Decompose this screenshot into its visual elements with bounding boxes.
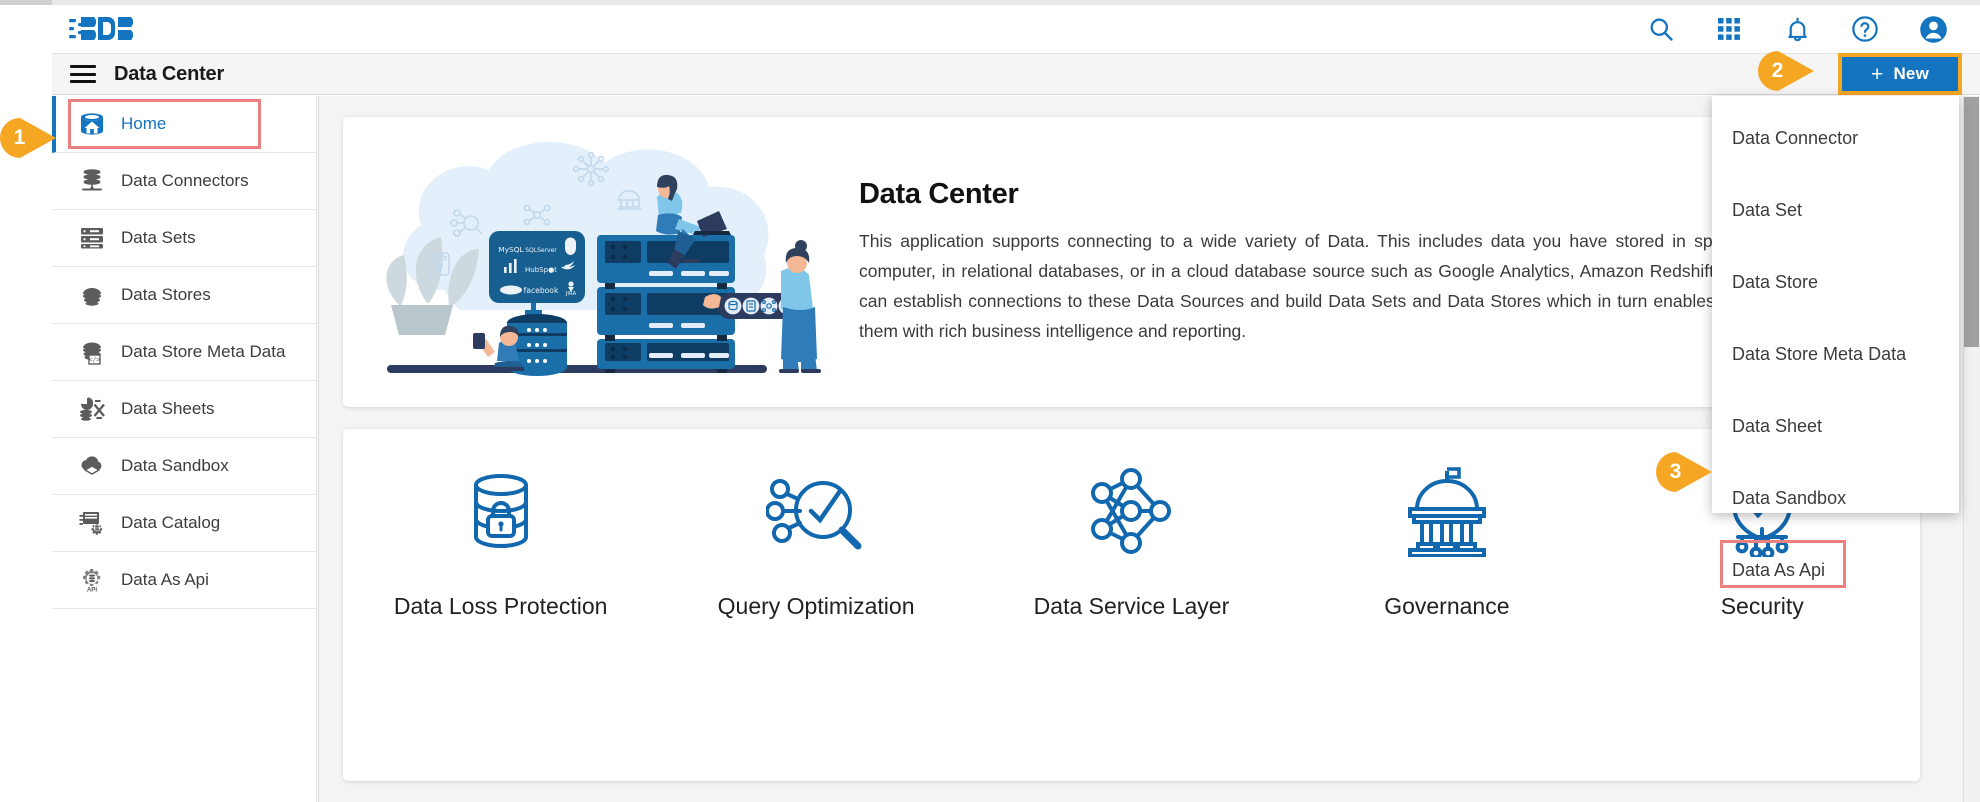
dropdown-item-data-set[interactable]: Data Set [1712,174,1959,246]
data-as-api-gear-icon: API [77,565,107,595]
help-circle-icon[interactable] [1850,14,1880,44]
svg-text:</>: </> [89,356,101,364]
sidebar-item-data-store-meta-data[interactable]: </> Data Store Meta Data [52,324,316,381]
annotation-number: 2 [1771,59,1784,82]
user-account-icon[interactable] [1918,14,1948,44]
new-dropdown-menu: Data Connector Data Set Data Store Data … [1712,96,1959,588]
magnifier-check-nodes-icon [766,463,866,559]
dropdown-item-label: Data Sheet [1732,415,1823,436]
svg-text:facebook: facebook [524,286,559,295]
dropdown-item-data-as-api[interactable]: Data As Api [1712,534,1959,606]
dropdown-item-label: Data Sandbox [1732,487,1847,508]
svg-text:HubSp●t: HubSp●t [525,266,557,274]
cloud-sandbox-icon [77,451,107,481]
bdb-logo[interactable] [67,13,155,45]
sidebar-item-label: Data Sheets [121,399,215,418]
hero-card: MySQL SQLServer HubSp●t facebook JIRA Da… [343,117,1920,407]
sidebar-item-data-sandbox[interactable]: Data Sandbox [52,438,316,495]
sidebar-item-label: Data Store Meta Data [121,342,286,361]
feature-label: Data Service Layer [1033,593,1230,619]
apps-grid-icon[interactable] [1714,14,1744,44]
sidebar-item-data-catalog[interactable]: Data Catalog [52,495,316,552]
sidebar-item-label: Data As Api [121,570,209,589]
dropdown-item-data-sandbox[interactable]: Data Sandbox [1712,462,1959,534]
annotation-badge-1: 1 [0,116,58,160]
sidebar-content-divider [318,96,319,802]
sidebar-item-label: Data Connectors [121,171,249,190]
sidebar-item-data-stores[interactable]: Data Stores [52,267,316,324]
database-lock-icon [455,463,547,559]
dropdown-item-label: Data Connector [1732,127,1859,148]
new-button-wrapper: + New [1838,53,1962,95]
feature-data-service-layer[interactable]: Data Service Layer [986,463,1276,620]
feature-data-loss-protection[interactable]: Data Loss Protection [356,463,646,620]
app-bar-actions [1646,14,1948,44]
annotation-badge-2: 2 [1756,49,1816,93]
dropdown-item-data-store-meta-data[interactable]: Data Store Meta Data [1712,318,1959,390]
feature-label: Governance [1384,593,1510,619]
sidebar-item-label: Data Sandbox [121,456,229,475]
feature-label: Query Optimization [717,593,915,619]
data-store-meta-icon: </> [77,337,107,367]
svg-text:API: API [87,587,98,594]
sidebar-item-data-as-api[interactable]: API Data As Api [52,552,316,609]
server-rack-icon [77,223,107,253]
page-title: Data Center [114,62,225,85]
government-building-icon [1401,463,1493,559]
data-center-illustration: MySQL SQLServer HubSp●t facebook JIRA [349,125,849,400]
dropdown-item-label: Data As Api [1732,559,1826,580]
data-store-icon [77,280,107,310]
dropdown-item-data-store[interactable]: Data Store [1712,246,1959,318]
database-stack-icon [77,166,107,196]
sidebar-item-data-sets[interactable]: Data Sets [52,210,316,267]
database-home-icon [77,109,107,139]
subheader-actions: + New [1838,53,1980,95]
feature-governance[interactable]: Governance [1302,463,1592,620]
sidebar-item-label: Data Stores [121,285,211,304]
sidebar-item-label: Home [121,114,167,133]
data-sheets-icon [77,394,107,424]
svg-text:JIRA: JIRA [565,291,577,297]
annotation-number: 1 [13,126,26,149]
app-bar [52,5,1980,53]
search-icon[interactable] [1646,14,1676,44]
hamburger-menu-icon[interactable] [70,65,96,83]
dropdown-item-label: Data Store Meta Data [1732,343,1907,364]
sidebar-item-home[interactable]: Home [52,96,316,153]
neural-network-icon [1085,463,1177,559]
app-window: Data Center + New Home Data Connectors D… [0,0,1980,802]
new-button[interactable]: + New [1838,53,1962,95]
feature-query-optimization[interactable]: Query Optimization [671,463,961,620]
sidebar-item-data-connectors[interactable]: Data Connectors [52,153,316,210]
dropdown-item-data-sheet[interactable]: Data Sheet [1712,390,1959,462]
plus-icon: + [1870,62,1884,86]
dropdown-item-label: Data Store [1732,271,1819,292]
annotation-number: 3 [1669,460,1682,483]
data-catalog-gear-icon [77,508,107,538]
notifications-bell-icon[interactable] [1782,14,1812,44]
new-button-label: New [1893,64,1930,83]
feature-label: Data Loss Protection [393,593,608,619]
annotation-badge-3: 3 [1654,450,1714,494]
sidebar-navigation: Home Data Connectors Data Sets Data Stor… [52,96,317,802]
page-subheader: Data Center + New [52,53,1980,95]
vertical-scrollbar-thumb[interactable] [1964,97,1979,347]
svg-text:SQLServer: SQLServer [525,247,557,254]
dropdown-item-data-connector[interactable]: Data Connector [1712,102,1959,174]
svg-text:MySQL: MySQL [498,245,524,254]
sidebar-item-label: Data Sets [121,228,196,247]
dropdown-item-label: Data Set [1732,199,1803,220]
sidebar-item-data-sheets[interactable]: Data Sheets [52,381,316,438]
sidebar-item-label: Data Catalog [121,513,221,532]
